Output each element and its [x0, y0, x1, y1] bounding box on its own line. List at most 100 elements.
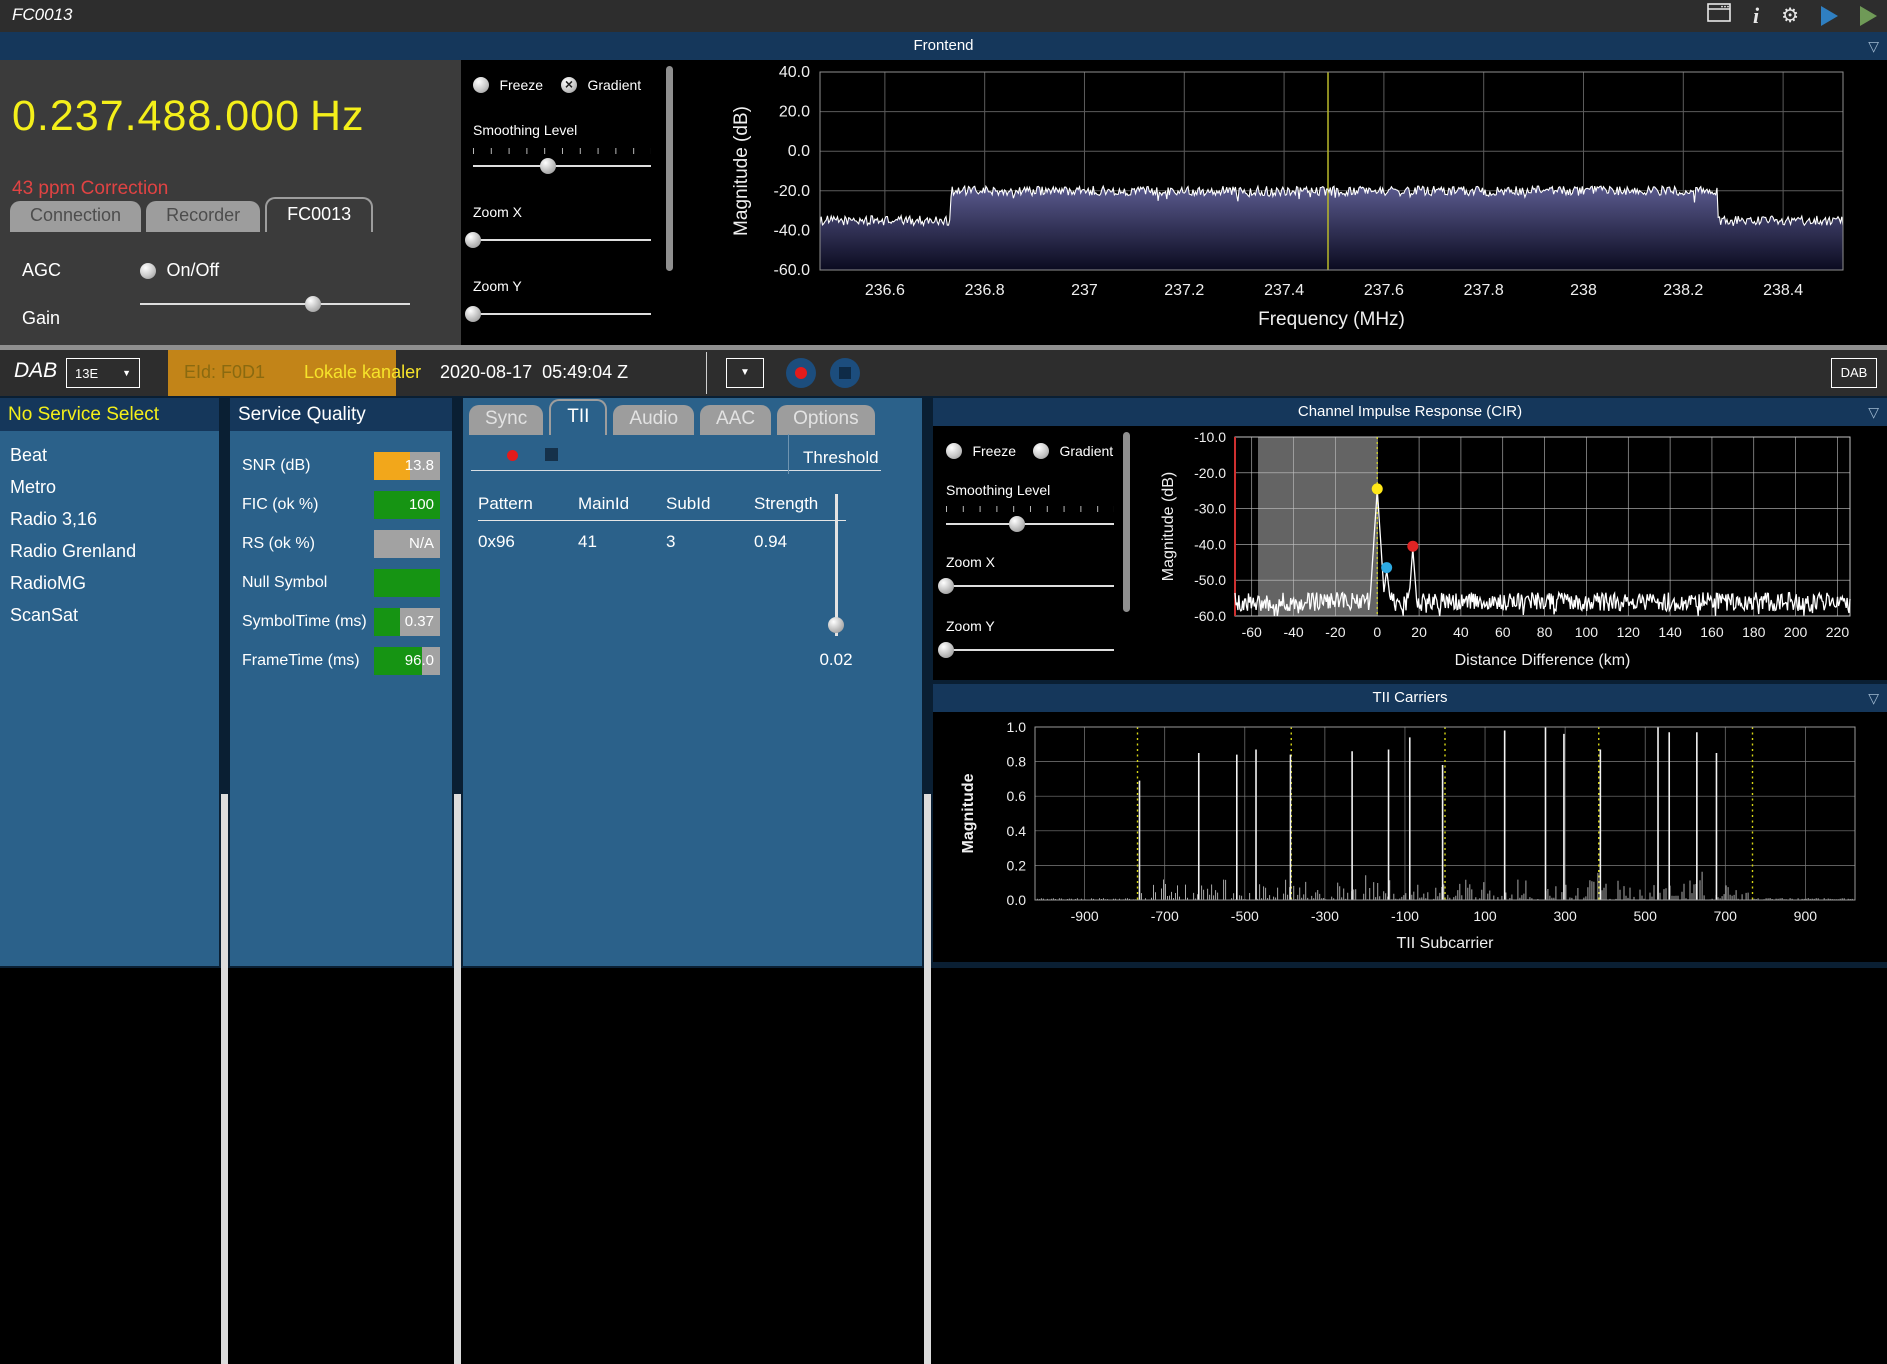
tab-audio[interactable]: Audio	[613, 405, 695, 435]
svg-text:100: 100	[1575, 624, 1599, 640]
cir-smoothing-slider-knob[interactable]	[1008, 516, 1025, 532]
svg-text:0.0: 0.0	[1007, 892, 1027, 908]
smoothing-slider-groove[interactable]	[473, 165, 651, 167]
svg-text:Magnitude (dB): Magnitude (dB)	[731, 106, 752, 236]
threshold-slider-knob[interactable]	[828, 616, 844, 633]
agc-radio-icon[interactable]	[140, 262, 156, 279]
application-window: FC0013 i ⚙ Frontend ▽ 0.237.488.000 Hz 43…	[0, 0, 1887, 1364]
dab-bar-separator	[706, 352, 707, 394]
zoom-x-slider-knob[interactable]	[465, 232, 481, 248]
svg-text:-700: -700	[1151, 908, 1179, 924]
service-quality-rows: SNR (dB) 13.8 FIC (ok %) 100 RS (ok %) N/A Nul…	[230, 431, 452, 683]
tii-carriers-collapse-icon[interactable]: ▽	[1868, 684, 1879, 712]
gain-slider-groove[interactable]	[140, 303, 410, 305]
tii-separator-line	[471, 470, 881, 471]
cir-controls-scrollbar[interactable]	[1123, 432, 1130, 612]
service-item-metro[interactable]: Metro	[0, 471, 219, 503]
gradient-radio[interactable]: Gradient	[561, 76, 641, 94]
window-icon[interactable]	[1707, 0, 1731, 32]
zoom-y-slider[interactable]	[465, 306, 651, 322]
freeze-radio[interactable]: Freeze	[473, 76, 543, 94]
service-item-scansat[interactable]: ScanSat	[0, 599, 219, 631]
cir-zoom-y-slider-groove[interactable]	[946, 649, 1114, 651]
svg-text:238.2: 238.2	[1663, 282, 1703, 299]
cir-gradient-radio[interactable]: Gradient	[1033, 442, 1113, 460]
gain-slider[interactable]	[140, 296, 410, 312]
cir-plot-svg: -10.0 -20.0 -30.0 -40.0 -50.0 -60.0 -60 -40 -20 0…	[1160, 429, 1851, 669]
agc-toggle[interactable]: On/Off	[140, 260, 219, 281]
svg-text:-20.0: -20.0	[774, 183, 811, 200]
frontend-spectrum-plot[interactable]: 40.0 20.0 0.0 -20.0 -40.0 -60.0 236.6 236.8 237 2…	[675, 60, 1887, 345]
cir-collapse-icon[interactable]: ▽	[1868, 398, 1879, 426]
stop-button[interactable]	[830, 358, 860, 388]
cir-zoom-x-slider[interactable]	[938, 578, 1114, 594]
service-item-beat[interactable]: Beat	[0, 439, 219, 471]
cir-freeze-radio[interactable]: Freeze	[946, 442, 1016, 460]
svg-text:-20: -20	[1325, 624, 1345, 640]
cir-zoom-y-label: Zoom Y	[946, 618, 995, 634]
cir-zoom-y-slider-knob[interactable]	[938, 642, 954, 658]
svg-text:-30.0: -30.0	[1194, 501, 1226, 517]
smoothing-tick-marks	[473, 148, 651, 154]
svg-text:100: 100	[1473, 908, 1497, 924]
frontend-collapse-icon[interactable]: ▽	[1868, 32, 1879, 60]
spectrum-controls-scrollbar[interactable]	[666, 66, 673, 271]
recorder-dropdown-button[interactable]: ▼	[726, 358, 764, 388]
freeze-radio-icon[interactable]	[473, 76, 489, 93]
play-blue-icon[interactable]	[1821, 6, 1838, 26]
zoom-x-slider-groove[interactable]	[473, 239, 651, 241]
cir-zoom-y-slider[interactable]	[938, 642, 1114, 658]
zoom-y-slider-knob[interactable]	[465, 306, 481, 322]
tab-recorder[interactable]: Recorder	[146, 201, 261, 232]
gear-icon[interactable]: ⚙	[1781, 0, 1799, 32]
svg-text:0: 0	[1373, 624, 1381, 640]
threshold-slider-groove[interactable]	[835, 494, 838, 636]
vertical-splitter-3[interactable]	[924, 794, 931, 1364]
cir-zoom-x-slider-knob[interactable]	[938, 578, 954, 594]
cir-smoothing-slider-groove[interactable]	[946, 523, 1114, 525]
tab-aac[interactable]: AAC	[700, 405, 772, 435]
svg-text:300: 300	[1553, 908, 1577, 924]
tii-stop-indicator-icon[interactable]	[545, 448, 558, 461]
tii-record-indicator-icon[interactable]	[507, 450, 518, 461]
frontend-spectrum-svg[interactable]: 40.0 20.0 0.0 -20.0 -40.0 -60.0 236.6 236.8 237 2…	[675, 60, 1887, 345]
record-button[interactable]	[786, 358, 816, 388]
frontend-panel-title: Frontend	[913, 37, 974, 54]
service-item-radio-grenland[interactable]: Radio Grenland	[0, 535, 219, 567]
quality-label: SymbolTime (ms)	[242, 613, 367, 630]
zoom-y-slider-groove[interactable]	[473, 313, 651, 315]
play-green-icon[interactable]	[1860, 6, 1877, 26]
threshold-value: 0.02	[819, 650, 853, 669]
quality-row-rs-ok-: RS (ok %) N/A	[230, 527, 452, 566]
tab-connection[interactable]: Connection	[10, 201, 142, 232]
smoothing-slider-knob[interactable]	[539, 158, 556, 174]
svg-text:Frequency (MHz): Frequency (MHz)	[1258, 309, 1405, 330]
quality-bar	[374, 569, 440, 597]
smoothing-slider[interactable]	[473, 158, 651, 174]
channel-select[interactable]: 13E ▼	[66, 358, 140, 388]
svg-text:-10.0: -10.0	[1194, 429, 1226, 445]
cir-smoothing-slider[interactable]	[946, 516, 1114, 532]
cir-freeze-radio-icon[interactable]	[946, 442, 962, 459]
tab-tii[interactable]: TII	[549, 399, 608, 435]
svg-text:40: 40	[1453, 624, 1469, 640]
tab-options[interactable]: Options	[777, 405, 875, 435]
service-quality-panel: Service Quality SNR (dB) 13.8 FIC (ok %) 10…	[230, 398, 452, 966]
tab-sync[interactable]: Sync	[469, 405, 544, 435]
gradient-radio-icon[interactable]	[561, 76, 577, 93]
vertical-splitter-1[interactable]	[221, 794, 228, 1364]
zoom-x-slider[interactable]	[465, 232, 651, 248]
cir-gradient-radio-icon[interactable]	[1033, 442, 1049, 459]
svg-text:0.4: 0.4	[1007, 823, 1027, 839]
ppm-correction-label: 43 ppm Correction	[12, 178, 169, 199]
tab-fc0013[interactable]: FC0013	[265, 197, 374, 232]
service-item-radio-3-16[interactable]: Radio 3,16	[0, 503, 219, 535]
service-item-radiomg[interactable]: RadioMG	[0, 567, 219, 599]
dab-side-tab[interactable]: DAB	[1831, 358, 1877, 388]
threshold-slider[interactable]	[828, 494, 844, 636]
info-icon[interactable]: i	[1753, 0, 1759, 32]
quality-row-frametime-ms-: FrameTime (ms) 96.0	[230, 644, 452, 683]
vertical-splitter-2[interactable]	[454, 794, 461, 1364]
cir-zoom-x-slider-groove[interactable]	[946, 585, 1114, 587]
gain-slider-knob[interactable]	[304, 296, 321, 312]
